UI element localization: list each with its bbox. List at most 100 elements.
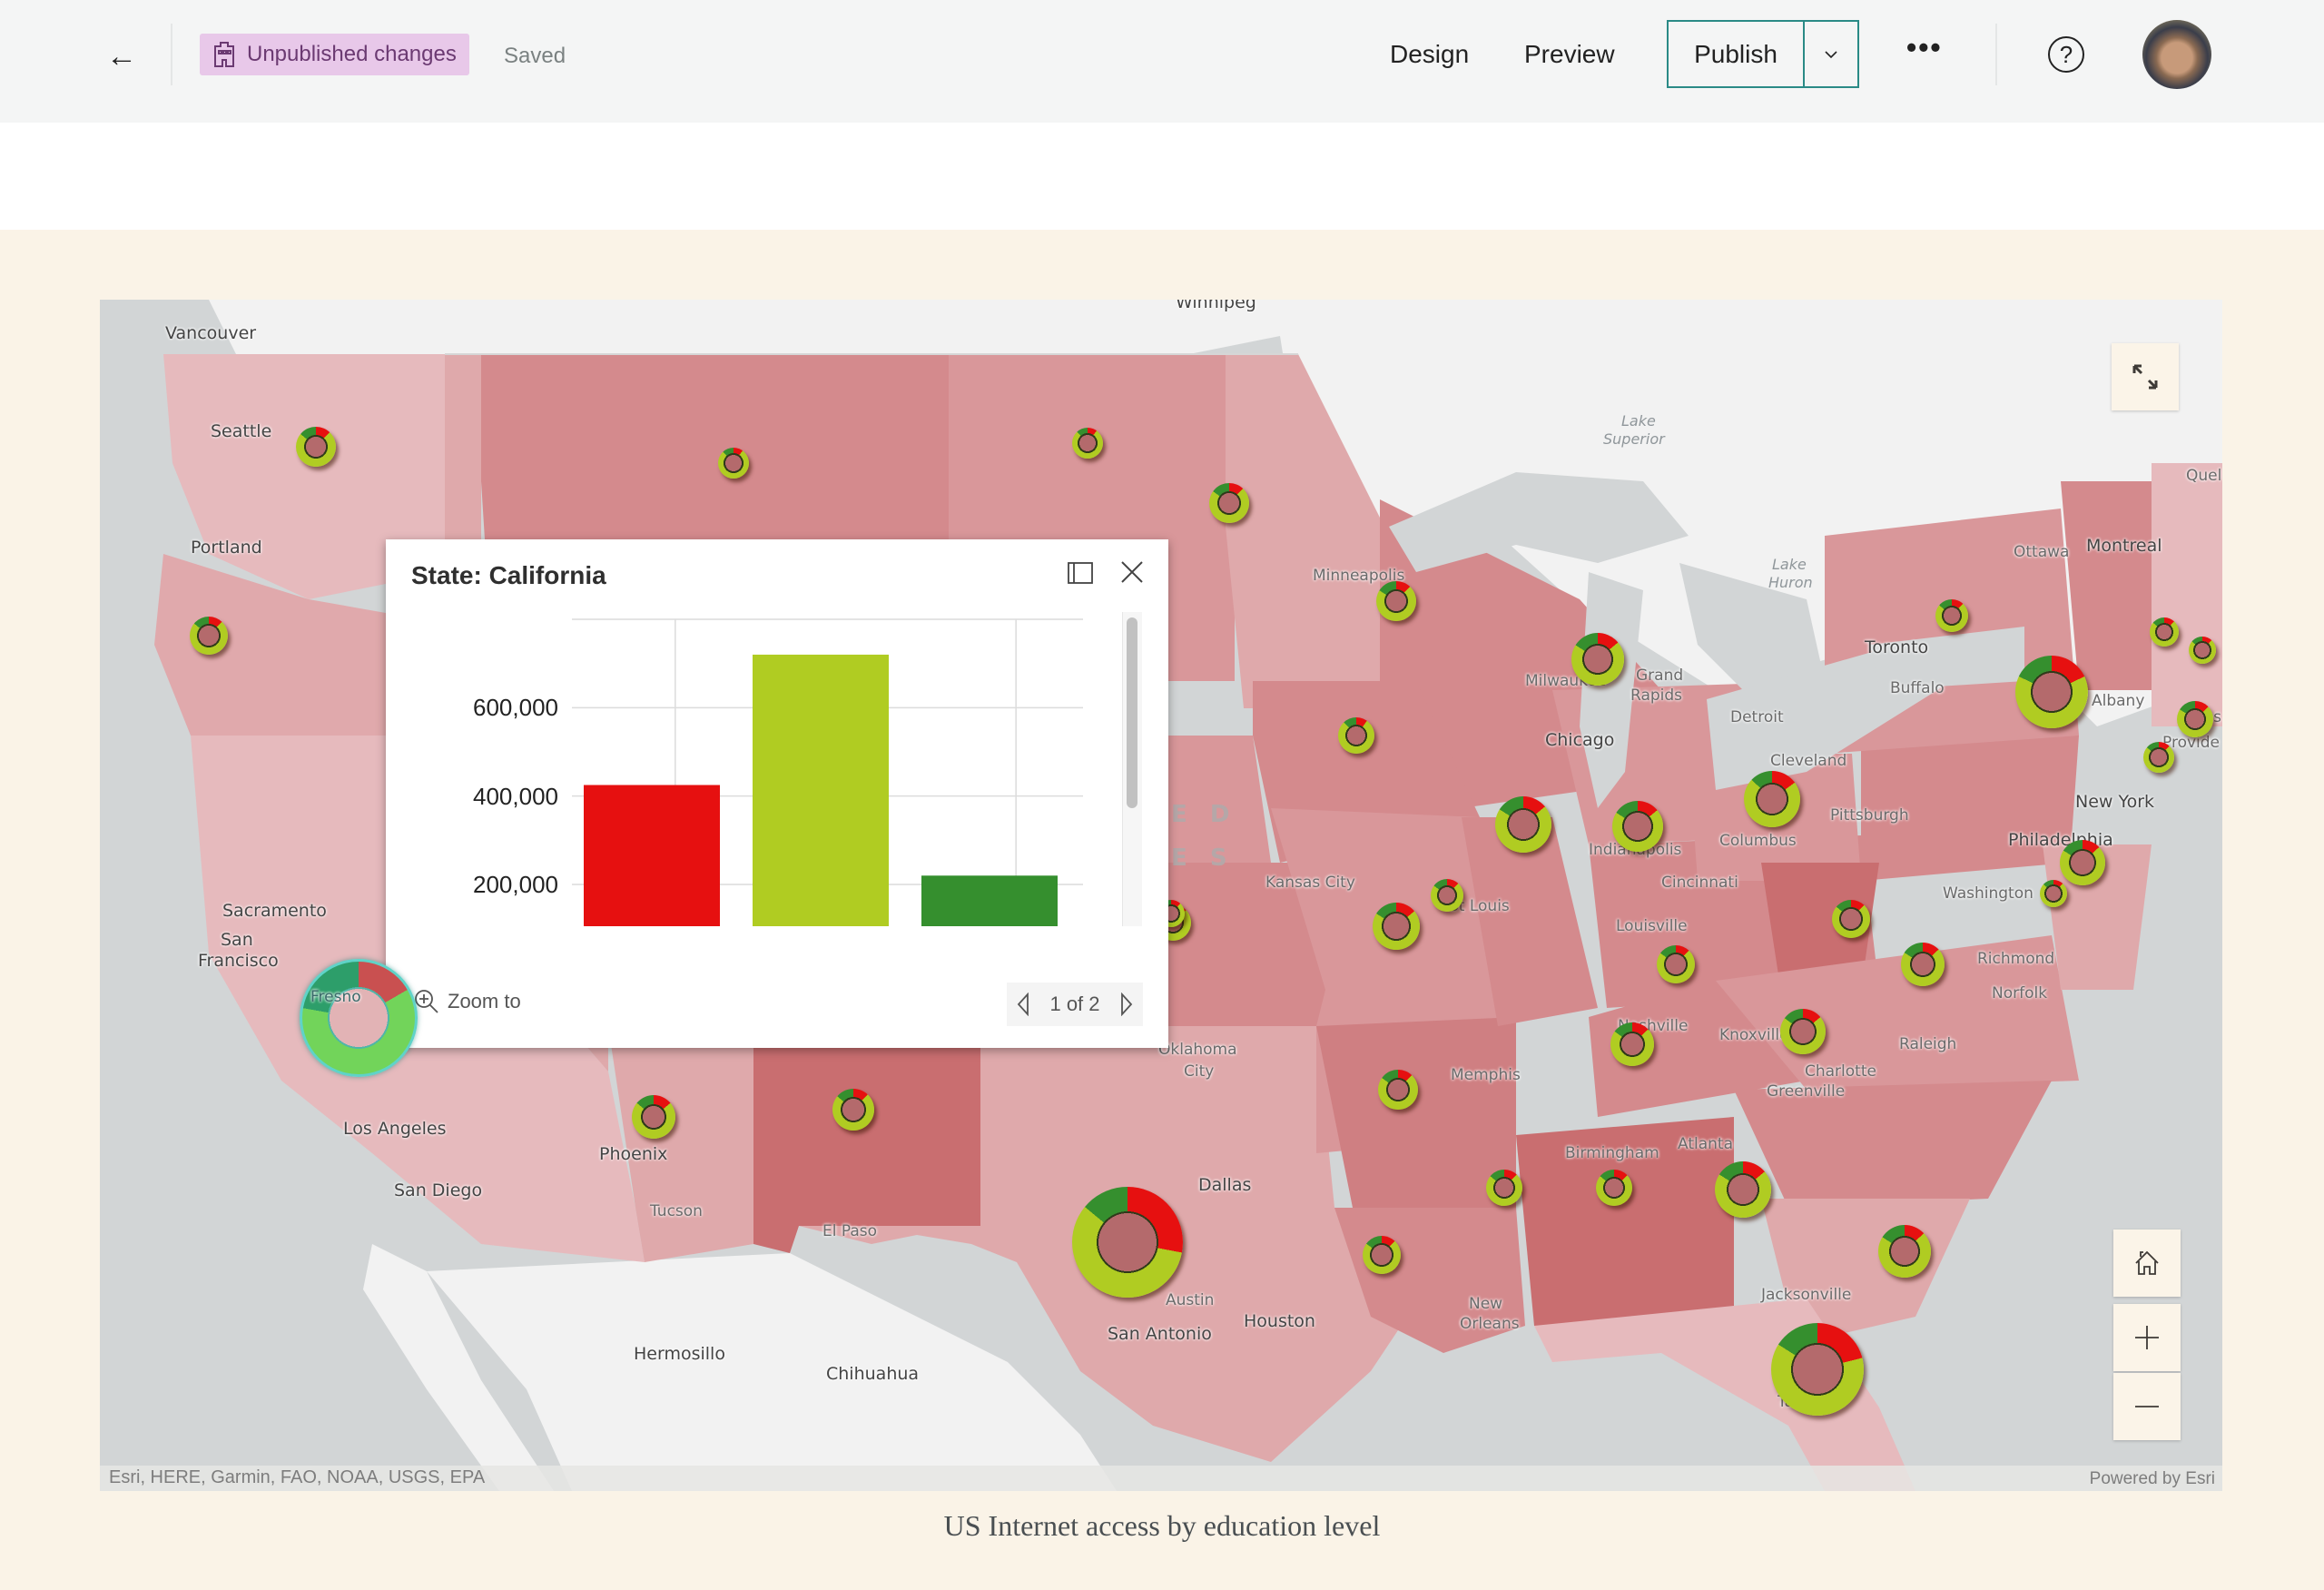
publish-button[interactable]: Publish	[1669, 22, 1805, 86]
donut-marker[interactable]	[1209, 483, 1249, 523]
donut-marker[interactable]	[190, 617, 228, 655]
saved-status: Saved	[504, 44, 566, 68]
y-tick-label: 600,000	[473, 694, 558, 722]
status-badge-label: Unpublished changes	[247, 42, 457, 66]
map-label: Phoenix	[599, 1144, 668, 1164]
map-label: San Diego	[394, 1180, 483, 1200]
map-label: Rapids	[1630, 686, 1683, 705]
scrollbar-thumb[interactable]	[1127, 617, 1137, 808]
map-label: Memphis	[1451, 1066, 1521, 1084]
donut-marker[interactable]	[1495, 796, 1551, 853]
donut-marker[interactable]	[1596, 1170, 1632, 1206]
map-caption: US Internet access by education level	[943, 1509, 1381, 1542]
preview-tab[interactable]: Preview	[1524, 40, 1615, 69]
donut-marker[interactable]	[2040, 880, 2067, 907]
donut-marker[interactable]	[1072, 1187, 1183, 1298]
attribution-text[interactable]: Esri, HERE, Garmin, FAO, NOAA, USGS, EPA	[109, 1467, 485, 1488]
donut-marker[interactable]	[1878, 1225, 1931, 1278]
map-label: Seattle	[211, 421, 272, 441]
map-label: Los Angeles	[343, 1119, 447, 1139]
donut-marker[interactable]	[1373, 903, 1420, 950]
donut-marker[interactable]	[1744, 771, 1800, 827]
water-label: Huron	[1768, 574, 1813, 591]
map-label: Richmond	[1977, 950, 2055, 968]
back-button[interactable]: ←	[100, 35, 143, 78]
map-label: Cleveland	[1770, 752, 1847, 770]
more-options-button[interactable]: •••	[1906, 31, 1943, 64]
donut-marker[interactable]	[1072, 428, 1103, 459]
design-tab[interactable]: Design	[1390, 40, 1469, 69]
divider	[1995, 24, 1997, 85]
donut-marker[interactable]	[1901, 943, 1945, 986]
map-label: Dallas	[1198, 1175, 1252, 1195]
donut-marker[interactable]	[2060, 840, 2105, 885]
donut-marker[interactable]	[1486, 1170, 1522, 1206]
donut-marker[interactable]	[632, 1095, 675, 1139]
donut-marker[interactable]	[1715, 1161, 1771, 1218]
donut-marker[interactable]	[2015, 656, 2088, 728]
donut-marker[interactable]	[1376, 581, 1416, 621]
close-button[interactable]	[1118, 558, 1147, 587]
expand-icon	[2132, 364, 2158, 390]
water-label: Lake	[1621, 412, 1656, 430]
close-icon	[1121, 561, 1143, 583]
publish-options-button[interactable]	[1805, 22, 1857, 86]
next-feature-button[interactable]	[1119, 993, 1134, 1016]
chart-bar[interactable]	[753, 654, 889, 926]
map-label: Houston	[1244, 1311, 1315, 1331]
map-label: Ottawa	[2014, 543, 2070, 561]
map-label: Montreal	[2086, 536, 2162, 556]
donut-marker[interactable]	[1612, 801, 1663, 852]
help-button[interactable]: ?	[2048, 36, 2084, 73]
map-label: San Antonio	[1108, 1324, 1212, 1344]
map-label: Austin	[1166, 1291, 1215, 1309]
donut-marker[interactable]	[2143, 742, 2174, 773]
map-label: Orleans	[1460, 1315, 1520, 1333]
zoom-to-button[interactable]: Zoom to	[413, 988, 521, 1015]
donut-marker[interactable]	[1338, 717, 1374, 754]
donut-marker[interactable]	[1431, 879, 1463, 912]
home-button[interactable]	[2113, 1230, 2181, 1297]
map-label-country: E S	[1171, 844, 1235, 872]
donut-marker[interactable]	[1610, 1022, 1654, 1066]
map-label: Vancouver	[165, 323, 257, 343]
donut-marker[interactable]	[2189, 637, 2216, 664]
selected-donut-marker[interactable]	[300, 959, 418, 1077]
user-avatar[interactable]	[2142, 20, 2211, 89]
header-band	[0, 123, 2324, 230]
popup-pager: 1 of 2	[1007, 983, 1143, 1026]
donut-marker[interactable]	[1657, 945, 1695, 983]
donut-marker[interactable]	[1935, 599, 1968, 632]
popup-scrollbar[interactable]	[1122, 612, 1142, 926]
map-label-country: E D	[1171, 801, 1237, 828]
zoom-in-button[interactable]	[2113, 1304, 2181, 1371]
donut-marker[interactable]	[2150, 617, 2179, 647]
zoom-out-button[interactable]	[2113, 1373, 2181, 1440]
plus-icon	[2135, 1326, 2159, 1349]
donut-marker[interactable]	[1780, 1009, 1826, 1054]
fullscreen-button[interactable]	[2112, 343, 2179, 410]
donut-marker[interactable]	[832, 1089, 874, 1131]
y-tick-label: 400,000	[473, 782, 558, 810]
donut-marker[interactable]	[1771, 1323, 1864, 1416]
donut-marker[interactable]	[1832, 900, 1870, 938]
donut-marker[interactable]	[718, 448, 749, 479]
dock-button[interactable]	[1068, 562, 1093, 584]
ellipsis-icon: •••	[1906, 31, 1943, 64]
donut-marker[interactable]	[1378, 1070, 1418, 1110]
map-label: Fresno	[310, 988, 361, 1006]
pager-label: 1 of 2	[1049, 993, 1100, 1015]
map-label: Chihuahua	[826, 1364, 920, 1384]
donut-marker[interactable]	[296, 427, 336, 467]
map-label: New York	[2075, 792, 2155, 812]
water-label: Lake	[1772, 556, 1807, 573]
map-label: Washington	[1943, 884, 2034, 903]
donut-marker[interactable]	[1363, 1236, 1401, 1274]
donut-marker[interactable]	[1571, 633, 1624, 686]
zoom-to-label: Zoom to	[448, 990, 521, 1012]
donut-marker[interactable]	[2177, 701, 2213, 737]
chart-bar[interactable]	[584, 785, 720, 927]
previous-feature-button[interactable]	[1016, 993, 1030, 1016]
chart-bar[interactable]	[921, 875, 1058, 926]
powered-by-esri[interactable]: Powered by Esri	[2090, 1469, 2215, 1489]
